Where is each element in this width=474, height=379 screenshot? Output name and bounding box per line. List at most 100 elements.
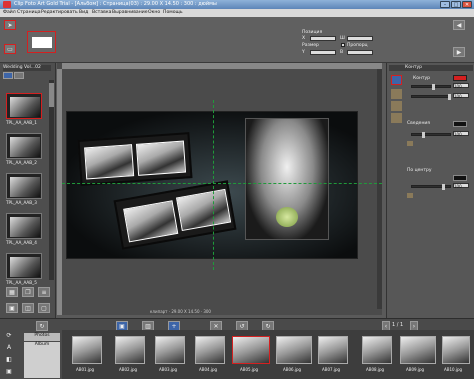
- photo-thumb[interactable]: [362, 336, 392, 364]
- toolbar: ➤ ▭ Позиция X Размер Y Ш В Пропорц ◀ ▶: [0, 17, 474, 63]
- w-label: Ш: [340, 36, 345, 41]
- menu-file[interactable]: Файл: [3, 10, 16, 15]
- filmstrip-frame-bottom[interactable]: [113, 180, 237, 250]
- film-photo[interactable]: [135, 140, 187, 176]
- template-caption: TPL_AA_AAB_1: [6, 120, 37, 125]
- photo-caption: AB09.jpg: [406, 367, 425, 372]
- menu-bar: Файл Страница Редактировать Вид Вставка …: [0, 9, 474, 17]
- next-page-button[interactable]: ▶: [453, 47, 465, 57]
- panel-tool-button[interactable]: ◫: [22, 303, 34, 313]
- opacity-value[interactable]: 100: [453, 93, 469, 99]
- glow-color-swatch[interactable]: [453, 175, 467, 181]
- effect-button[interactable]: [391, 113, 402, 123]
- glow-label: По центру: [407, 168, 432, 173]
- prev-page-button[interactable]: ◀: [453, 20, 465, 30]
- photo-thumb[interactable]: [318, 336, 348, 364]
- photo-caption: AB03.jpg: [159, 367, 178, 372]
- panel-scroll-thumb[interactable]: [49, 83, 54, 107]
- panel-tool-button[interactable]: ▣: [6, 303, 18, 313]
- menu-view[interactable]: Вид: [79, 10, 88, 15]
- glow-option[interactable]: [407, 193, 413, 198]
- photo-thumb[interactable]: [400, 336, 436, 364]
- shade-option[interactable]: [407, 141, 413, 146]
- stroke-color-swatch[interactable]: [453, 75, 467, 81]
- minimize-button[interactable]: –: [440, 1, 450, 8]
- panel-tool-button[interactable]: ❐: [22, 287, 34, 297]
- menu-page[interactable]: Страница: [17, 10, 41, 15]
- panel-tab-list[interactable]: [14, 72, 24, 79]
- side-tool-rotate[interactable]: ⟳: [4, 331, 14, 341]
- window-title: Clip Foto Art Gold Trial - [Альбом] : Ст…: [14, 1, 217, 7]
- photo-thumb[interactable]: [72, 336, 102, 364]
- template-thumb[interactable]: [6, 133, 42, 159]
- template-thumb[interactable]: [6, 173, 42, 199]
- photo-caption: AB07.jpg: [322, 367, 341, 372]
- side-tool-shape[interactable]: ◧: [4, 355, 14, 365]
- photo-thumb[interactable]: [276, 336, 312, 364]
- horizontal-ruler: [62, 63, 382, 69]
- template-thumb[interactable]: [6, 213, 42, 239]
- glow-value[interactable]: 100: [453, 183, 469, 189]
- menu-align[interactable]: Выравнивание: [112, 10, 148, 15]
- menu-insert[interactable]: Вставка: [92, 10, 111, 15]
- side-tool-text[interactable]: A: [4, 343, 14, 353]
- side-tool-image[interactable]: ▣: [4, 367, 14, 377]
- photo-thumb[interactable]: [155, 336, 185, 364]
- menu-help[interactable]: Помощь: [163, 10, 183, 15]
- template-thumb[interactable]: [6, 93, 42, 119]
- arrow-tool-button[interactable]: ➤: [4, 20, 16, 30]
- album-selector[interactable]: Wedding Vol...02: [3, 65, 51, 71]
- width-field[interactable]: [347, 36, 373, 41]
- copy-icon: ❐: [25, 289, 31, 296]
- effect-button[interactable]: [391, 101, 402, 111]
- height-field[interactable]: [347, 50, 373, 55]
- template-thumb[interactable]: [6, 253, 42, 279]
- photo-caption: AB08.jpg: [366, 367, 385, 372]
- y-field[interactable]: [310, 50, 336, 55]
- page-tool-button[interactable]: ▭: [4, 44, 16, 54]
- panel-tab-grid[interactable]: [3, 72, 13, 79]
- panel-tool-button[interactable]: ≡: [38, 287, 50, 297]
- x-field[interactable]: [310, 36, 336, 41]
- template-caption: TPL_AA_AAB_5: [6, 280, 37, 285]
- shape-icon: ◧: [6, 356, 12, 363]
- tab-photos[interactable]: Photos: [24, 333, 60, 341]
- tab-album[interactable]: Album: [24, 342, 60, 378]
- position-label: Позиция: [302, 30, 323, 35]
- opacity-slider[interactable]: [411, 94, 451, 100]
- slider-knob[interactable]: [448, 94, 451, 100]
- stroke-slider[interactable]: [411, 84, 451, 90]
- panel-tool-button[interactable]: ▢: [38, 303, 50, 313]
- filmstrip-frame-top[interactable]: [77, 132, 193, 186]
- glow-slider[interactable]: [411, 184, 451, 190]
- shade-value[interactable]: 100: [453, 131, 469, 137]
- panel-tool-button[interactable]: ▦: [6, 287, 18, 297]
- photo-thumb[interactable]: [115, 336, 145, 364]
- film-photo[interactable]: [123, 200, 179, 243]
- stroke-label: Контур: [413, 76, 431, 81]
- close-button[interactable]: ✕: [462, 1, 472, 8]
- main-photo-frame[interactable]: [245, 118, 329, 240]
- slider-knob[interactable]: [422, 132, 425, 138]
- shade-color-swatch[interactable]: [453, 121, 467, 127]
- photo-thumb[interactable]: [442, 336, 470, 364]
- maximize-button[interactable]: □: [451, 1, 461, 8]
- canvas-scrollbar[interactable]: [377, 69, 382, 309]
- menu-window[interactable]: Окно: [148, 10, 160, 15]
- menu-edit[interactable]: Редактировать: [41, 10, 78, 15]
- page-preview[interactable]: [27, 31, 56, 53]
- film-photo[interactable]: [175, 188, 232, 232]
- album-page[interactable]: [66, 111, 358, 259]
- effect-button[interactable]: [391, 89, 402, 99]
- film-photo[interactable]: [84, 144, 135, 180]
- photo-thumb[interactable]: [195, 336, 225, 364]
- effect-button[interactable]: [391, 75, 402, 85]
- panel-scrollbar[interactable]: [49, 80, 54, 280]
- slider-knob[interactable]: [432, 84, 435, 90]
- strip-menu-button[interactable]: ↻: [36, 321, 48, 331]
- shade-slider[interactable]: [411, 132, 451, 138]
- photo-thumb-selected[interactable]: [232, 336, 270, 364]
- slider-knob[interactable]: [442, 184, 445, 190]
- lock-checkbox[interactable]: [341, 43, 345, 47]
- stroke-value[interactable]: 100: [453, 83, 469, 89]
